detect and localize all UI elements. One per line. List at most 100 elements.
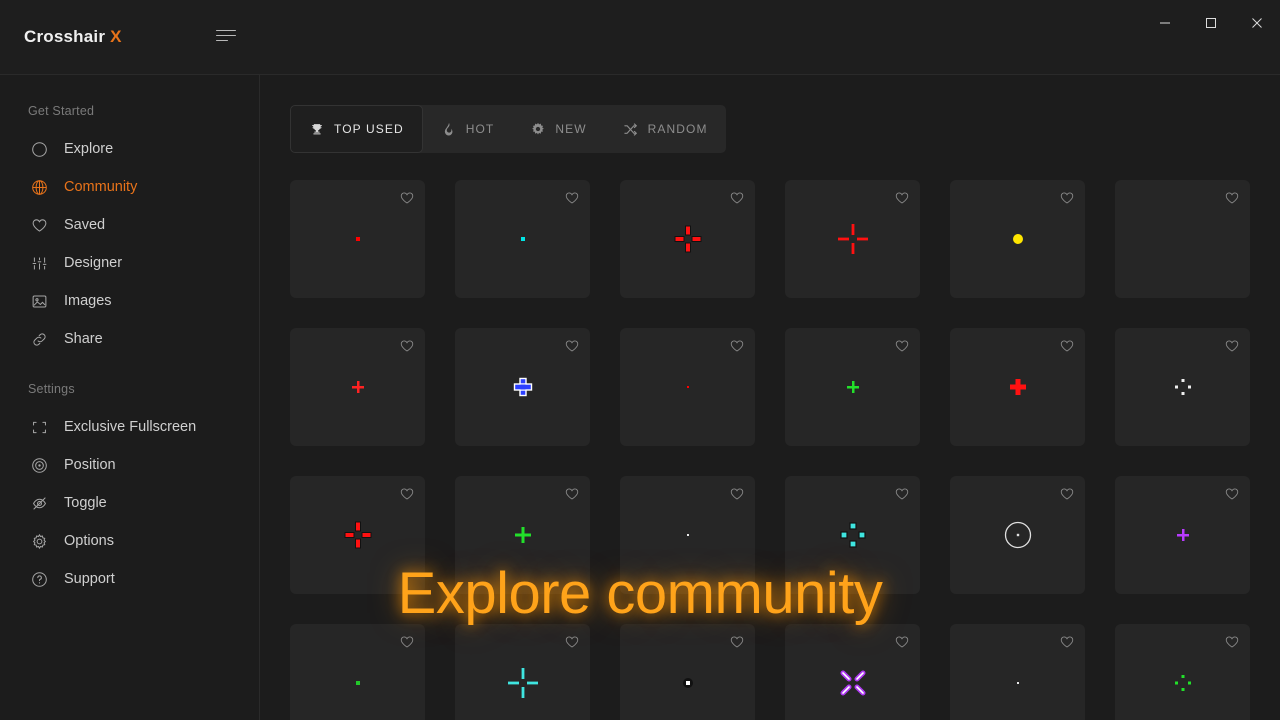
sidebar-item-label: Share — [64, 331, 103, 347]
favorite-heart-icon[interactable] — [399, 338, 415, 354]
maximize-button[interactable] — [1188, 0, 1234, 46]
crosshair-card[interactable] — [455, 180, 590, 298]
crosshair-card[interactable] — [1115, 180, 1250, 298]
tab-hot[interactable]: HOT — [423, 105, 513, 153]
favorite-heart-icon[interactable] — [564, 486, 580, 502]
sidebar-item-label: Position — [64, 457, 116, 473]
crosshair-card[interactable] — [620, 624, 755, 720]
flame-icon — [441, 121, 457, 137]
crosshair-card[interactable] — [785, 476, 920, 594]
favorite-heart-icon[interactable] — [1059, 486, 1075, 502]
crosshair-preview — [658, 357, 718, 417]
favorite-heart-icon[interactable] — [1224, 634, 1240, 650]
sliders-icon — [28, 252, 50, 274]
crosshair-card[interactable] — [290, 476, 425, 594]
favorite-heart-icon[interactable] — [729, 634, 745, 650]
hamburger-bar — [216, 40, 228, 41]
sidebar-item-label: Community — [64, 179, 137, 195]
crosshair-card[interactable] — [455, 624, 590, 720]
favorite-heart-icon[interactable] — [399, 634, 415, 650]
sidebar-item-options[interactable]: Options — [0, 522, 260, 560]
minimize-button[interactable] — [1142, 0, 1188, 46]
crosshair-card[interactable] — [290, 624, 425, 720]
sidebar-item-label: Exclusive Fullscreen — [64, 419, 196, 435]
favorite-heart-icon[interactable] — [894, 190, 910, 206]
sidebar-item-label: Toggle — [64, 495, 107, 511]
hamburger-bar — [216, 35, 236, 36]
crosshair-card[interactable] — [455, 476, 590, 594]
globe-icon — [28, 176, 50, 198]
crosshair-preview — [328, 653, 388, 713]
window-controls — [1142, 0, 1280, 46]
crosshair-card[interactable] — [455, 328, 590, 446]
crosshair-card[interactable] — [290, 180, 425, 298]
favorite-heart-icon[interactable] — [1059, 634, 1075, 650]
close-button[interactable] — [1234, 0, 1280, 46]
crosshair-card[interactable] — [950, 328, 1085, 446]
favorite-heart-icon[interactable] — [894, 486, 910, 502]
crosshair-card[interactable] — [290, 328, 425, 446]
crosshair-card[interactable] — [1115, 328, 1250, 446]
crosshair-card[interactable] — [785, 624, 920, 720]
crosshair-preview — [1153, 653, 1213, 713]
sidebar-item-label: Designer — [64, 255, 122, 271]
compass-icon — [28, 138, 50, 160]
hamburger-icon[interactable] — [216, 30, 236, 46]
crosshair-preview — [328, 505, 388, 565]
favorite-heart-icon[interactable] — [729, 338, 745, 354]
shuffle-icon — [623, 121, 639, 137]
crosshair-preview — [988, 209, 1048, 269]
link-icon — [28, 328, 50, 350]
tab-new[interactable]: NEW — [512, 105, 604, 153]
favorite-heart-icon[interactable] — [399, 190, 415, 206]
crosshair-card[interactable] — [620, 476, 755, 594]
sidebar-item-share[interactable]: Share — [0, 320, 260, 358]
crosshair-card[interactable] — [620, 328, 755, 446]
crosshair-card[interactable] — [950, 476, 1085, 594]
app-title-main: Crosshair — [24, 27, 105, 46]
favorite-heart-icon[interactable] — [1224, 190, 1240, 206]
question-circle-icon — [28, 568, 50, 590]
sidebar-item-images[interactable]: Images — [0, 282, 260, 320]
sidebar-item-exclusive-fullscreen[interactable]: Exclusive Fullscreen — [0, 408, 260, 446]
tab-label: RANDOM — [648, 122, 708, 136]
favorite-heart-icon[interactable] — [1059, 190, 1075, 206]
crosshair-card[interactable] — [1115, 476, 1250, 594]
hamburger-bar — [216, 30, 236, 31]
favorite-heart-icon[interactable] — [729, 190, 745, 206]
favorite-heart-icon[interactable] — [894, 634, 910, 650]
tab-random[interactable]: RANDOM — [605, 105, 726, 153]
favorite-heart-icon[interactable] — [1059, 338, 1075, 354]
crosshair-preview — [988, 653, 1048, 713]
crosshair-preview — [1153, 357, 1213, 417]
sidebar-item-position[interactable]: Position — [0, 446, 260, 484]
crosshair-card[interactable] — [785, 328, 920, 446]
crosshair-card[interactable] — [950, 180, 1085, 298]
sparkle-icon — [530, 121, 546, 137]
favorite-heart-icon[interactable] — [564, 190, 580, 206]
crosshair-card[interactable] — [620, 180, 755, 298]
favorite-heart-icon[interactable] — [729, 486, 745, 502]
favorite-heart-icon[interactable] — [1224, 486, 1240, 502]
sidebar-item-community[interactable]: Community — [0, 168, 260, 206]
sidebar-item-toggle[interactable]: Toggle — [0, 484, 260, 522]
crosshair-preview — [1153, 209, 1213, 269]
sidebar-item-designer[interactable]: Designer — [0, 244, 260, 282]
favorite-heart-icon[interactable] — [564, 338, 580, 354]
tab-top-used[interactable]: TOP USED — [290, 105, 423, 153]
crosshair-preview — [493, 653, 553, 713]
favorite-heart-icon[interactable] — [894, 338, 910, 354]
crosshair-preview — [823, 209, 883, 269]
crosshair-preview — [493, 209, 553, 269]
favorite-heart-icon[interactable] — [564, 634, 580, 650]
title-bar: Crosshair X — [0, 0, 1280, 75]
crosshair-card[interactable] — [950, 624, 1085, 720]
sidebar-item-saved[interactable]: Saved — [0, 206, 260, 244]
tab-label: HOT — [466, 122, 495, 136]
crosshair-card[interactable] — [785, 180, 920, 298]
favorite-heart-icon[interactable] — [1224, 338, 1240, 354]
sidebar-item-support[interactable]: Support — [0, 560, 260, 598]
favorite-heart-icon[interactable] — [399, 486, 415, 502]
crosshair-card[interactable] — [1115, 624, 1250, 720]
sidebar-item-explore[interactable]: Explore — [0, 130, 260, 168]
